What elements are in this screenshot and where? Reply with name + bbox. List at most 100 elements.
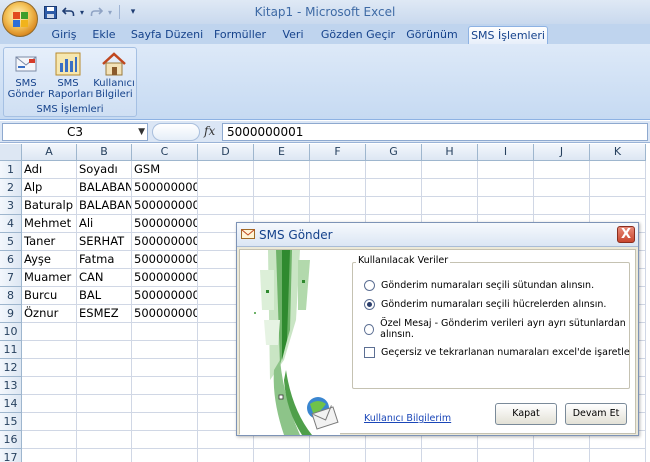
cell[interactable] (478, 161, 534, 179)
cell[interactable]: Öznur (22, 305, 77, 323)
row-header[interactable]: 2 (0, 179, 22, 197)
cell[interactable]: 5000000006 (132, 287, 198, 305)
cell[interactable] (77, 395, 132, 413)
cell[interactable] (478, 179, 534, 197)
cell[interactable] (132, 377, 198, 395)
cell[interactable] (422, 197, 478, 215)
radio-column[interactable] (364, 280, 375, 291)
cell[interactable] (198, 449, 254, 462)
cell[interactable] (22, 359, 77, 377)
cell[interactable]: Mehmet (22, 215, 77, 233)
cell[interactable] (132, 413, 198, 431)
tab-gozden-gecir[interactable]: Gözden Geçir (320, 26, 396, 44)
tab-formuller[interactable]: Formüller (212, 26, 268, 44)
cell[interactable] (198, 161, 254, 179)
cell[interactable] (422, 179, 478, 197)
cell[interactable]: SERHAT (77, 233, 132, 251)
cell[interactable]: Adı (22, 161, 77, 179)
cell[interactable]: Muamer (22, 269, 77, 287)
cell[interactable]: Ayşe (22, 251, 77, 269)
row-header[interactable]: 3 (0, 197, 22, 215)
kullanici-bilgilerim-link[interactable]: Kullanıcı Bilgilerim (364, 413, 451, 424)
tab-veri[interactable]: Veri (278, 26, 308, 44)
column-header[interactable]: C (132, 144, 198, 161)
devam-et-button[interactable]: Devam Et (565, 403, 627, 425)
tab-gorunum[interactable]: Görünüm (404, 26, 460, 44)
row-header[interactable]: 14 (0, 395, 22, 413)
cell[interactable]: 5000000005 (132, 269, 198, 287)
column-header[interactable]: D (198, 144, 254, 161)
cell[interactable]: Burcu (22, 287, 77, 305)
name-box-dropdown-icon[interactable]: ▼ (138, 124, 145, 140)
dialog-close-button[interactable]: X (617, 226, 635, 243)
cell[interactable] (132, 341, 198, 359)
cell[interactable] (310, 179, 366, 197)
cell[interactable] (310, 449, 366, 462)
cell[interactable] (22, 431, 77, 449)
name-box[interactable]: C3 ▼ (2, 123, 148, 141)
cell[interactable] (77, 449, 132, 462)
cell[interactable] (22, 449, 77, 462)
cell[interactable] (366, 179, 422, 197)
cell[interactable]: Alp (22, 179, 77, 197)
radio-cells[interactable] (364, 299, 375, 310)
column-header[interactable]: E (254, 144, 310, 161)
row-header[interactable]: 1 (0, 161, 22, 179)
cell[interactable] (132, 449, 198, 462)
cell[interactable]: 5000000004 (132, 251, 198, 269)
column-header[interactable]: A (22, 144, 77, 161)
cell[interactable] (132, 395, 198, 413)
cell[interactable] (534, 197, 590, 215)
cell[interactable] (22, 341, 77, 359)
select-all-corner[interactable] (0, 144, 22, 161)
insert-function-icon[interactable]: fx (204, 124, 215, 138)
tab-giris[interactable]: Giriş (46, 26, 82, 44)
cell[interactable] (77, 413, 132, 431)
column-header[interactable]: K (590, 144, 646, 161)
option-cells[interactable]: Gönderim numaraları seçili hücrelerden a… (364, 299, 606, 310)
row-header[interactable]: 4 (0, 215, 22, 233)
cell[interactable]: ESMEZ (77, 305, 132, 323)
cell[interactable] (310, 161, 366, 179)
formula-expand-handle[interactable] (152, 123, 200, 141)
cell[interactable]: Taner (22, 233, 77, 251)
column-header[interactable]: G (366, 144, 422, 161)
cell[interactable] (534, 179, 590, 197)
cell[interactable]: 5000000001 (132, 197, 198, 215)
row-header[interactable]: 10 (0, 323, 22, 341)
cell[interactable]: BALABAN (77, 179, 132, 197)
cell[interactable] (254, 197, 310, 215)
cell[interactable] (22, 413, 77, 431)
tab-sms-islemleri[interactable]: SMS İşlemleri (468, 26, 548, 44)
column-header[interactable]: I (478, 144, 534, 161)
office-button[interactable] (2, 1, 38, 37)
row-header[interactable]: 13 (0, 377, 22, 395)
cell[interactable] (77, 359, 132, 377)
cell[interactable]: 5000000002 (132, 215, 198, 233)
column-header[interactable]: J (534, 144, 590, 161)
row-header[interactable]: 11 (0, 341, 22, 359)
cell[interactable] (478, 449, 534, 462)
sms-raporlari-button[interactable]: SMS Raporları (48, 51, 93, 103)
option-column[interactable]: Gönderim numaraları seçili sütundan alın… (364, 280, 594, 291)
cell[interactable]: Ali (77, 215, 132, 233)
cell[interactable]: BAL (77, 287, 132, 305)
cell[interactable] (422, 449, 478, 462)
cell[interactable] (534, 449, 590, 462)
cell[interactable] (422, 161, 478, 179)
row-header[interactable]: 5 (0, 233, 22, 251)
cell[interactable] (478, 197, 534, 215)
tab-ekle[interactable]: Ekle (88, 26, 120, 44)
column-header[interactable]: H (422, 144, 478, 161)
kullanici-bilgileri-button[interactable]: Kullanıcı Bilgileri (92, 51, 136, 103)
column-header[interactable]: F (310, 144, 366, 161)
cell[interactable] (22, 377, 77, 395)
cell[interactable] (310, 197, 366, 215)
cell[interactable] (254, 161, 310, 179)
option-mark-invalid[interactable]: Geçersiz ve tekrarlanan numaraları excel… (364, 347, 630, 358)
cell[interactable] (132, 431, 198, 449)
cell[interactable] (198, 197, 254, 215)
cell[interactable]: GSM (132, 161, 198, 179)
cell[interactable] (366, 197, 422, 215)
column-header[interactable]: B (77, 144, 132, 161)
